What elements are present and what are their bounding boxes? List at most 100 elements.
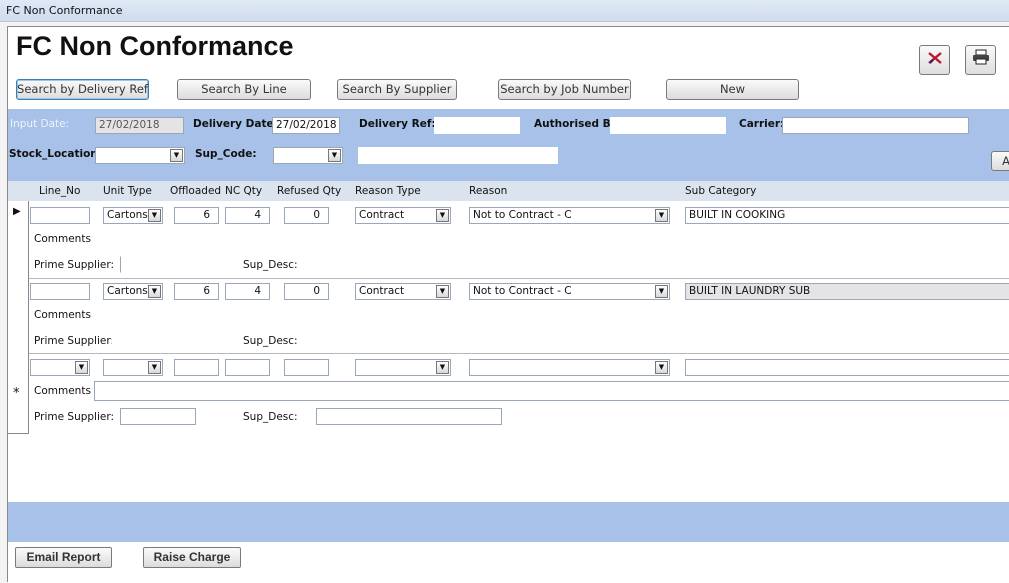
window-title: FC Non Conformance [6,4,123,17]
reason-select[interactable]: ▼ [469,359,670,376]
chevron-down-icon[interactable]: ▼ [328,149,341,162]
chevron-down-icon[interactable]: ▼ [436,209,449,222]
offloaded-field[interactable]: 6 [174,207,219,224]
raise-charge-button[interactable]: Raise Charge [143,547,241,568]
comments-field[interactable] [94,306,834,323]
unit-type-value: Cartons [107,209,148,221]
search-by-delivery-ref-button[interactable]: Search by Delivery Ref [16,79,149,100]
reason-value: Not to Contract - C [473,209,572,221]
reason-select[interactable]: Not to Contract - C ▼ [469,207,670,224]
window-titlebar: FC Non Conformance [0,0,1009,22]
unit-type-select[interactable]: Cartons ▼ [103,283,163,300]
sup-code-select[interactable]: ▼ [273,147,343,164]
delete-record-icon[interactable] [919,45,950,75]
chevron-down-icon[interactable]: ▼ [75,361,88,374]
chevron-down-icon[interactable]: ▼ [436,285,449,298]
sup-desc-label: Sup_Desc: [243,335,298,347]
offloaded-field[interactable] [174,359,219,376]
prime-supplier-field[interactable] [112,330,212,347]
col-sub-category: Sub Category [685,185,757,197]
header-filter-band: Input Date: 27/02/2018 Delivery Date: 27… [8,109,1009,181]
chevron-down-icon[interactable]: ▼ [148,209,161,222]
chevron-down-icon[interactable]: ▼ [170,149,183,162]
page-title: FC Non Conformance [16,31,294,61]
stock-location-select[interactable]: ▼ [95,147,185,164]
col-nc-qty: NC Qty [225,185,263,197]
nc-qty-field[interactable]: 4 [225,207,270,224]
authorised-by-field[interactable] [610,117,726,134]
sup-desc-field[interactable] [316,408,502,425]
reason-type-select[interactable]: Contract ▼ [355,207,451,224]
sup-desc-label: Sup_Desc: [243,259,298,271]
comments-field[interactable] [94,230,1009,247]
new-button[interactable]: New [666,79,799,100]
form-footer: Email Report Raise Charge [8,542,1009,583]
search-by-supplier-button[interactable]: Search By Supplier [337,79,457,100]
unit-type-select[interactable]: Cartons ▼ [103,207,163,224]
refused-qty-field[interactable]: 0 [284,207,329,224]
comments-label: Comments [34,233,91,245]
delivery-date-field[interactable]: 27/02/2018 [272,117,340,134]
reason-type-value: Contract [359,209,405,221]
reason-type-value: Contract [359,285,405,297]
row-divider [29,353,1009,354]
chevron-down-icon[interactable]: ▼ [436,361,449,374]
supplier-name-field[interactable] [358,147,558,164]
chevron-down-icon[interactable]: ▼ [655,361,668,374]
nc-qty-field[interactable] [225,359,270,376]
sup-desc-label: Sup_Desc: [243,411,298,423]
col-unit-type: Unit Type [103,185,152,197]
reason-value: Not to Contract - C [473,285,572,297]
current-record-indicator[interactable]: ▶ [13,206,21,217]
delivery-date-label: Delivery Date: [193,118,278,130]
sub-category-field[interactable]: BUILT IN COOKING [685,207,1009,224]
line-no-select[interactable]: ▼ [30,359,90,376]
delivery-ref-field[interactable] [434,117,520,134]
col-reason-type: Reason Type [355,185,421,197]
col-reason: Reason [469,185,508,197]
form-body: FC Non Conformance Search by Delivery Re… [7,26,1009,583]
record-selector-column: ▶ * [8,201,29,434]
nc-qty-field[interactable]: 4 [225,283,270,300]
new-record-indicator[interactable]: * [13,386,20,401]
row-divider [29,278,1009,279]
refused-qty-field[interactable]: 0 [284,283,329,300]
refused-qty-field[interactable] [284,359,329,376]
prime-supplier-label: Prime Supplier: [34,411,115,423]
printer-icon[interactable] [965,45,996,75]
prime-supplier-field[interactable] [120,408,196,425]
line-no-field[interactable] [30,207,90,224]
col-refused-qty: Refused Qty [277,185,342,197]
authorised-by-label: Authorised By: [534,118,622,130]
stock-location-label: Stock_Location: [9,148,102,160]
sup-code-label: Sup_Code: [195,148,257,160]
offloaded-field[interactable]: 6 [174,283,219,300]
carrier-field[interactable] [782,117,969,134]
search-by-job-number-button[interactable]: Search by Job Number [498,79,631,100]
unit-type-select[interactable]: ▼ [103,359,163,376]
chevron-down-icon[interactable]: ▼ [655,285,668,298]
reason-type-select[interactable]: ▼ [355,359,451,376]
comments-field[interactable] [94,381,1009,401]
carrier-label: Carrier: [739,118,785,130]
reason-type-select[interactable]: Contract ▼ [355,283,451,300]
sub-category-field[interactable] [685,359,1009,376]
reason-select[interactable]: Not to Contract - C ▼ [469,283,670,300]
chevron-down-icon[interactable]: ▼ [148,361,161,374]
prime-supplier-label: Prime Supplier: [34,259,115,271]
email-report-button[interactable]: Email Report [15,547,112,568]
delivery-ref-label: Delivery Ref: [359,118,436,130]
comments-label: Comments [34,385,91,397]
form-header: FC Non Conformance Search by Delivery Re… [8,27,1009,109]
prime-supplier-field[interactable] [120,256,196,273]
right-action-button[interactable]: A [991,151,1009,171]
sup-desc-field[interactable] [316,256,502,273]
chevron-down-icon[interactable]: ▼ [655,209,668,222]
line-no-field[interactable] [30,283,90,300]
unit-type-value: Cartons [107,285,148,297]
sup-desc-field[interactable] [312,327,508,347]
chevron-down-icon[interactable]: ▼ [148,285,161,298]
search-by-line-button[interactable]: Search By Line [177,79,311,100]
input-date-field[interactable]: 27/02/2018 [95,117,184,134]
sub-category-field[interactable]: BUILT IN LAUNDRY SUB [685,283,1009,300]
